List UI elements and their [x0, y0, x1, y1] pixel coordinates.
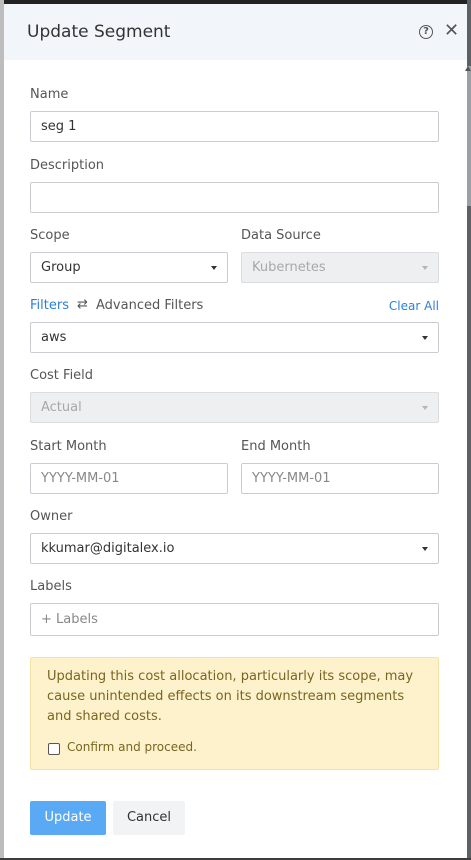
scrollbar[interactable] [467, 66, 471, 206]
filters-link[interactable]: Filters [30, 298, 69, 313]
owner-select[interactable]: kkumar@digitalex.io [30, 533, 439, 564]
name-label: Name [30, 87, 69, 102]
help-circle-icon[interactable]: ? [419, 25, 433, 39]
filters-value: aws [41, 330, 67, 345]
warning-box: Updating this cost allocation, particula… [30, 657, 439, 770]
name-input[interactable]: seg 1 [30, 111, 439, 142]
modal-title: Update Segment [27, 22, 171, 42]
description-input[interactable] [30, 182, 439, 213]
start-month-label: Start Month [30, 439, 107, 454]
data-source-select: Kubernetes [241, 252, 439, 283]
chevron-down-icon [422, 336, 428, 340]
update-button[interactable]: Update [30, 801, 106, 835]
filters-select[interactable]: aws [30, 322, 439, 353]
cost-field-label: Cost Field [30, 368, 94, 383]
cancel-button[interactable]: Cancel [113, 801, 185, 835]
labels-label: Labels [30, 579, 72, 594]
scope-select[interactable]: Group [30, 252, 228, 283]
chevron-down-icon [422, 547, 428, 551]
cost-field-select: Actual [30, 392, 439, 423]
chevron-down-icon [422, 266, 428, 270]
scope-value: Group [41, 260, 81, 275]
data-source-value: Kubernetes [252, 260, 326, 275]
scope-label: Scope [30, 228, 70, 243]
warning-text: Updating this cost allocation, particula… [47, 669, 414, 724]
start-month-input[interactable]: YYYY-MM-01 [30, 463, 228, 494]
scroll-up-icon[interactable] [465, 66, 471, 71]
description-label: Description [30, 158, 105, 173]
advanced-filters-link[interactable]: Advanced Filters [96, 298, 203, 313]
owner-label: Owner [30, 509, 73, 524]
swap-arrows-icon[interactable]: ⇄ [77, 297, 88, 312]
cost-field-value: Actual [41, 400, 82, 415]
confirm-checkbox-label[interactable]: Confirm and proceed. [67, 740, 197, 754]
end-month-input[interactable]: YYYY-MM-01 [241, 463, 439, 494]
chevron-down-icon [211, 266, 217, 270]
update-segment-modal: Update Segment ? ✕ Name seg 1 Descriptio… [4, 4, 467, 858]
data-source-label: Data Source [241, 228, 321, 243]
owner-value: kkumar@digitalex.io [41, 541, 175, 556]
clear-all-link[interactable]: Clear All [389, 299, 439, 313]
confirm-checkbox[interactable] [48, 743, 60, 755]
chevron-down-icon [422, 406, 428, 410]
modal-header: Update Segment ? ✕ [4, 4, 467, 60]
labels-input[interactable]: + Labels [30, 603, 439, 636]
end-month-label: End Month [241, 439, 311, 454]
close-icon[interactable]: ✕ [444, 21, 459, 41]
